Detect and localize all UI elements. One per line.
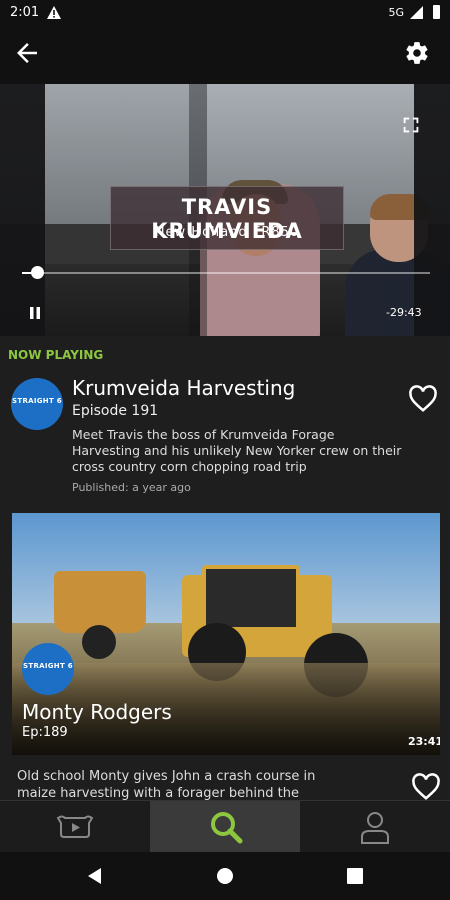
card-episode: Ep:189 xyxy=(22,725,68,740)
card-description: Old school Monty gives John a crash cour… xyxy=(17,769,316,800)
episode-description: Meet Travis the boss of Krumveida Forage… xyxy=(72,427,402,474)
status-time: 2:01 xyxy=(10,5,40,20)
network-type: 5G xyxy=(388,6,404,19)
nav-search[interactable] xyxy=(150,801,300,853)
card-heart-icon[interactable] xyxy=(411,773,441,801)
remaining-time: -29:43 xyxy=(386,306,422,319)
signal-icon xyxy=(410,6,423,19)
app-bar xyxy=(0,28,450,84)
nav-profile[interactable] xyxy=(300,801,450,853)
videos-icon xyxy=(56,815,94,838)
card-channel-logo[interactable]: STRAIGHT 6 xyxy=(22,643,74,695)
profile-icon xyxy=(361,812,389,844)
status-bar: 2:01 5G xyxy=(0,0,450,28)
system-navigation-bar xyxy=(0,852,450,900)
back-arrow-icon[interactable] xyxy=(12,38,42,68)
channel-logo[interactable]: STRAIGHT 6 xyxy=(11,378,63,430)
pause-icon[interactable] xyxy=(28,306,42,320)
lower-third-subtitle: New Holland FR850 xyxy=(154,225,300,240)
battery-icon xyxy=(433,5,440,19)
episode-title: Krumveida Harvesting xyxy=(72,376,296,400)
heart-icon[interactable] xyxy=(408,385,438,413)
seek-bar-track[interactable] xyxy=(22,272,430,274)
episode-number: Episode 191 xyxy=(72,403,159,419)
seek-bar-thumb[interactable] xyxy=(31,266,44,279)
card-forage-cart xyxy=(54,571,146,633)
warning-icon xyxy=(47,6,61,19)
recents-square-icon[interactable] xyxy=(347,868,363,884)
channel-logo-text: STRAIGHT 6 xyxy=(12,397,62,405)
nav-videos[interactable] xyxy=(0,801,150,853)
card-title: Monty Rodgers xyxy=(22,700,172,724)
now-playing-label: NOW PLAYING xyxy=(8,348,104,362)
card-cart-wheel xyxy=(82,625,116,659)
home-circle-icon[interactable] xyxy=(216,867,234,885)
search-icon xyxy=(211,812,243,844)
published-date: Published: a year ago xyxy=(72,481,191,494)
gear-icon[interactable] xyxy=(404,40,430,66)
card-tractor-cabin xyxy=(202,565,300,631)
episode-card[interactable]: STRAIGHT 6 Monty Rodgers Ep:189 23:41 xyxy=(12,513,440,755)
card-logo-text: STRAIGHT 6 xyxy=(23,662,73,670)
video-lower-third: TRAVIS KRUMVIEDA New Holland FR850 xyxy=(110,186,344,250)
card-duration: 23:41 xyxy=(408,735,440,748)
video-player[interactable]: TRAVIS KRUMVIEDA New Holland FR850 -29:4… xyxy=(0,84,450,336)
back-triangle-icon[interactable] xyxy=(86,867,104,885)
bottom-navigation xyxy=(0,800,450,853)
fullscreen-icon[interactable] xyxy=(400,114,422,136)
